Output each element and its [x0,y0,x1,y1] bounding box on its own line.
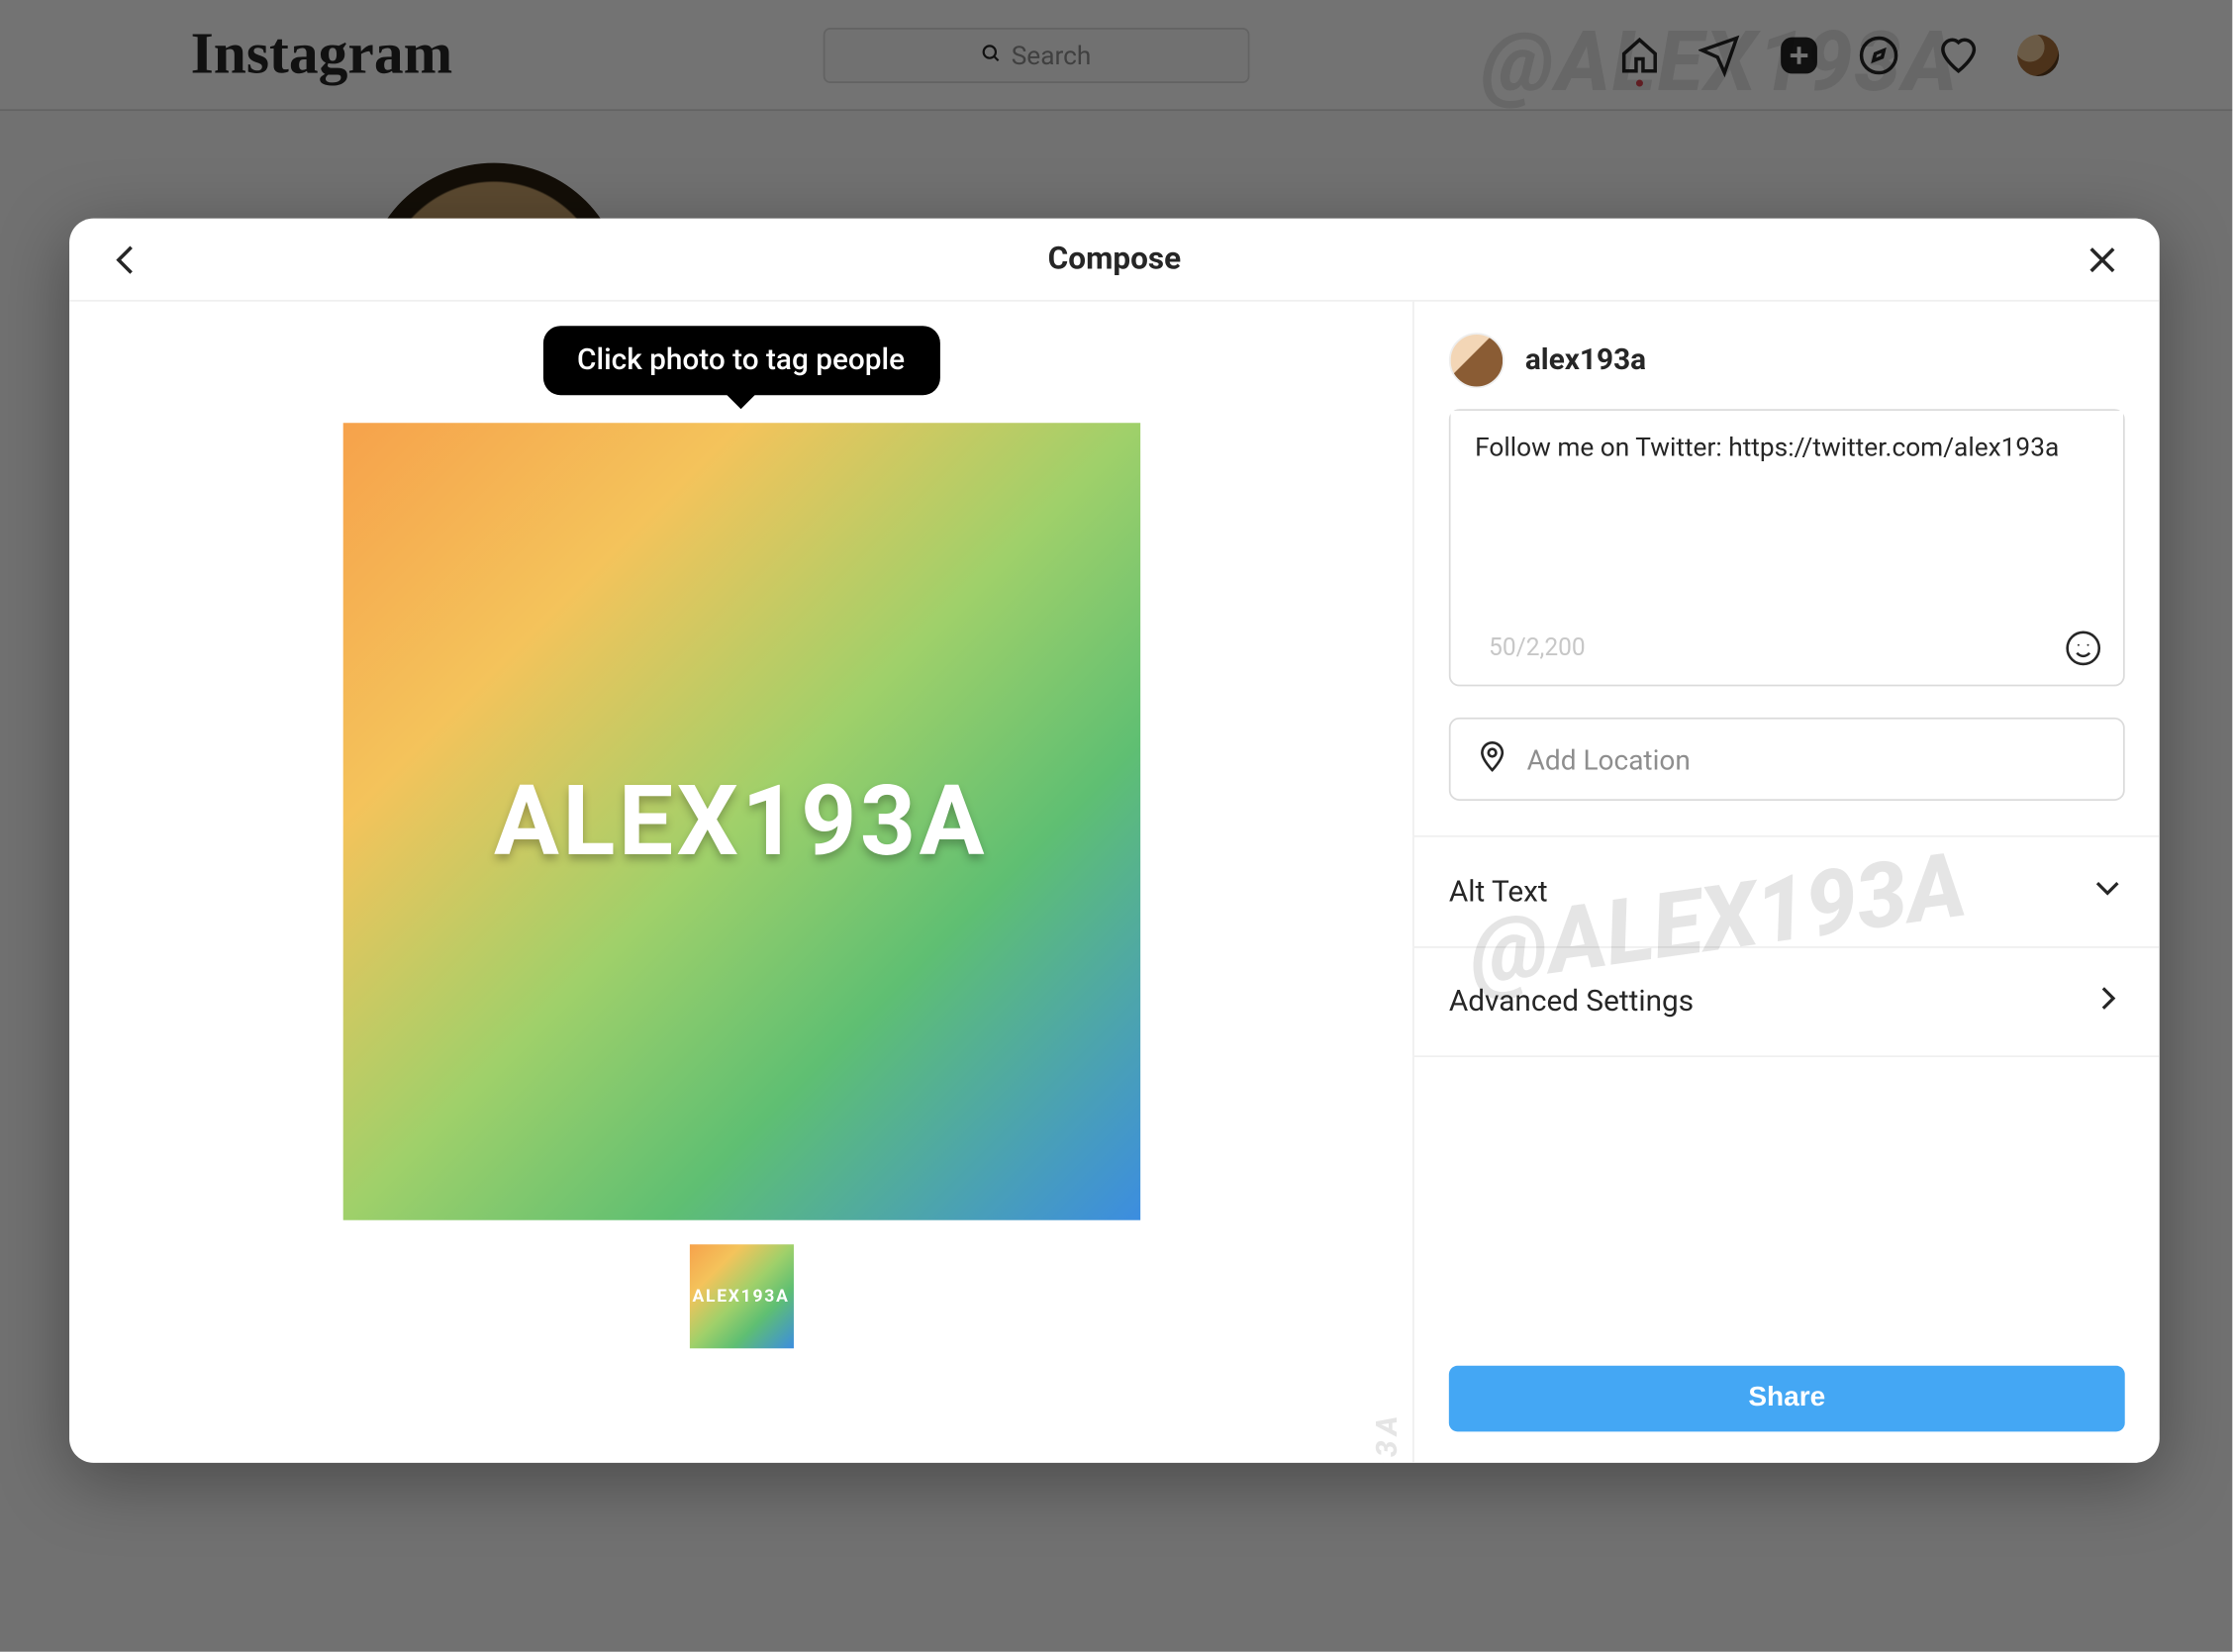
advanced-settings-row[interactable]: Advanced Settings [1414,946,2160,1057]
caption-input[interactable] [1451,411,2123,619]
caption-box: 50/2,200 [1449,409,2125,686]
modal-header: Compose [69,219,2160,302]
compose-user-row: alex193a [1414,302,2160,410]
chevron-right-icon [2090,980,2125,1023]
compose-user-avatar [1449,333,1505,388]
location-pin-icon [1475,738,1509,780]
compose-details-pane: alex193a 50/2,200 [1414,302,2160,1463]
close-button[interactable] [2073,230,2132,289]
thumbnail[interactable]: ALEX193A [689,1244,793,1348]
modal-title: Compose [1048,241,1181,277]
chevron-down-icon [2090,870,2125,914]
watermark-text: FOLLOW ME ON HTTPS://TWITTER.COM/ALEX193… [1371,1410,1406,1463]
compose-modal: Compose Click photo to tag people ALEX19… [69,219,2160,1463]
compose-username: alex193a [1525,343,1646,378]
location-input[interactable] [1527,742,2099,775]
compose-image-pane: Click photo to tag people ALEX193A ALEX1… [69,302,1414,1463]
share-button[interactable]: Share [1449,1366,2125,1432]
back-button[interactable] [97,230,156,289]
compose-image[interactable]: ALEX193A [342,423,1139,1219]
tag-tooltip: Click photo to tag people [542,326,939,395]
advanced-settings-label: Advanced Settings [1449,985,1694,1020]
thumbnail-strip: ALEX193A [689,1244,793,1348]
emoji-picker-icon[interactable] [2064,630,2102,668]
alt-text-label: Alt Text [1449,874,1548,909]
compose-image-text: ALEX193A [494,764,988,879]
alt-text-row[interactable]: Alt Text [1414,835,2160,946]
caption-char-count: 50/2,200 [1489,634,1586,662]
location-box[interactable] [1449,718,2125,801]
thumbnail-text: ALEX193A [692,1287,789,1306]
